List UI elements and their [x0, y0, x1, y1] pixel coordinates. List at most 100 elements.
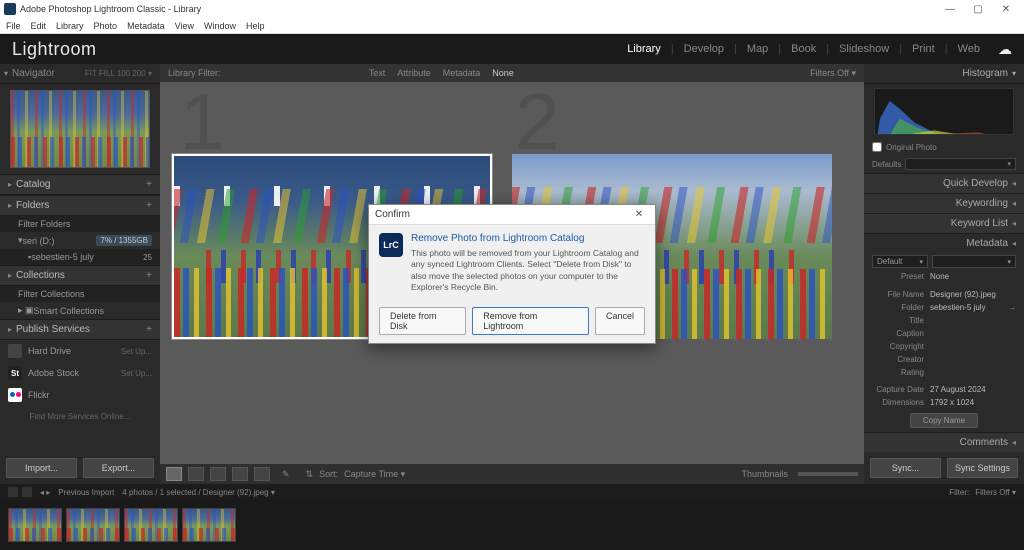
- source-label[interactable]: Previous Import: [58, 488, 114, 497]
- folders-section[interactable]: Folders+: [0, 195, 160, 216]
- menu-edit[interactable]: Edit: [31, 21, 47, 31]
- filter-metadata[interactable]: Metadata: [443, 68, 481, 78]
- cloud-sync-icon[interactable]: ☁: [998, 41, 1012, 58]
- defaults-dropdown[interactable]: [905, 158, 1016, 170]
- publish-section[interactable]: Publish Services+: [0, 319, 160, 340]
- metadata-set-dropdown[interactable]: Default: [872, 255, 928, 268]
- publish-harddrive[interactable]: Hard DriveSet Up...: [0, 340, 160, 362]
- comments-section[interactable]: Comments: [864, 432, 1024, 452]
- view-loupe-icon[interactable]: [188, 467, 204, 481]
- filmstrip-thumb[interactable]: [66, 508, 120, 542]
- sort-label: Sort:: [319, 469, 338, 479]
- flickr-icon: [8, 388, 22, 402]
- navigator-collapse-icon[interactable]: ▾: [4, 69, 8, 78]
- keywording-section[interactable]: Keywording: [864, 193, 1024, 213]
- folder-value[interactable]: sebestien-5 july: [930, 303, 1008, 312]
- navigator-preview[interactable]: [10, 90, 150, 168]
- metadata-section[interactable]: Metadata: [864, 233, 1024, 253]
- module-web[interactable]: Web: [958, 43, 980, 55]
- filmstrip-filters-off[interactable]: Filters Off ▾: [975, 488, 1016, 497]
- folders-filter[interactable]: Filter Folders: [0, 216, 160, 232]
- filters-off-dropdown[interactable]: Filters Off ▾: [810, 68, 856, 79]
- metadata-dropdown2[interactable]: [932, 255, 1016, 268]
- view-compare-icon[interactable]: [210, 467, 226, 481]
- menu-library[interactable]: Library: [56, 21, 84, 31]
- navigator-title: Navigator: [12, 68, 55, 79]
- collections-filter[interactable]: Filter Collections: [0, 286, 160, 302]
- filmstrip-filter-label: Filter:: [949, 488, 969, 497]
- remove-from-lightroom-button[interactable]: Remove from Lightroom: [472, 307, 589, 335]
- publish-stock[interactable]: StAdobe StockSet Up...: [0, 362, 160, 384]
- secondary-display-icons[interactable]: [8, 487, 32, 497]
- smart-collections[interactable]: ▸ ▣ Smart Collections: [0, 302, 160, 319]
- menu-window[interactable]: Window: [204, 21, 236, 31]
- module-book[interactable]: Book: [791, 43, 816, 55]
- painter-icon[interactable]: ✎: [282, 469, 290, 480]
- view-people-icon[interactable]: [254, 467, 270, 481]
- menubar: File Edit Library Photo Metadata View Wi…: [0, 18, 1024, 34]
- creator-value[interactable]: [930, 355, 1016, 364]
- import-button[interactable]: Import...: [6, 458, 77, 478]
- filmstrip[interactable]: [0, 500, 1024, 550]
- navigator-zoom-options[interactable]: FIT FILL 100 200 ▾: [85, 69, 152, 78]
- module-develop[interactable]: Develop: [684, 43, 724, 55]
- export-button[interactable]: Export...: [83, 458, 154, 478]
- menu-file[interactable]: File: [6, 21, 21, 31]
- caption-value[interactable]: [930, 329, 1016, 338]
- folders-drive[interactable]: ▾ seri (D:)7% / 1355GB: [0, 232, 160, 249]
- dialog-title: Confirm: [375, 209, 410, 220]
- filter-none[interactable]: None: [492, 68, 514, 78]
- module-slideshow[interactable]: Slideshow: [839, 43, 889, 55]
- copyright-value[interactable]: [930, 342, 1016, 351]
- filmstrip-thumb[interactable]: [8, 508, 62, 542]
- keyword-list-section[interactable]: Keyword List: [864, 213, 1024, 233]
- sync-settings-button[interactable]: Sync Settings: [947, 458, 1018, 478]
- filter-text[interactable]: Text: [369, 68, 386, 78]
- right-panel: Histogram▾ Original Photo Defaults Quick…: [864, 64, 1024, 484]
- collections-section[interactable]: Collections+: [0, 265, 160, 286]
- original-photo-checkbox[interactable]: [872, 142, 882, 152]
- module-map[interactable]: Map: [747, 43, 768, 55]
- copy-name-button[interactable]: Copy Name: [910, 413, 978, 428]
- find-more-services[interactable]: Find More Services Online...: [0, 406, 160, 427]
- close-button[interactable]: ✕: [992, 4, 1020, 15]
- menu-help[interactable]: Help: [246, 21, 265, 31]
- brand-label: Lightroom: [12, 39, 97, 60]
- maximize-button[interactable]: ▢: [964, 4, 992, 15]
- view-survey-icon[interactable]: [232, 467, 248, 481]
- minimize-button[interactable]: —: [936, 4, 964, 15]
- rating-value[interactable]: [930, 368, 1016, 377]
- delete-from-disk-button[interactable]: Delete from Disk: [379, 307, 466, 335]
- histogram-title: Histogram: [962, 68, 1008, 79]
- module-print[interactable]: Print: [912, 43, 935, 55]
- app-icon: [4, 3, 16, 15]
- filter-attribute[interactable]: Attribute: [397, 68, 431, 78]
- cancel-button[interactable]: Cancel: [595, 307, 645, 335]
- selection-count: 4 photos / 1 selected / Designer (92).jp…: [122, 488, 275, 497]
- menu-view[interactable]: View: [175, 21, 194, 31]
- preset-value[interactable]: None: [930, 272, 1016, 281]
- filename-value[interactable]: Designer (92).jpeg: [930, 290, 1016, 299]
- capture-date-value[interactable]: 27 August 2024: [930, 385, 1016, 394]
- dialog-close-icon[interactable]: ✕: [629, 209, 649, 220]
- filmstrip-thumb[interactable]: [182, 508, 236, 542]
- publish-flickr[interactable]: Flickr: [0, 384, 160, 406]
- quick-develop-section[interactable]: Quick Develop: [864, 173, 1024, 193]
- thumbnails-slider[interactable]: [798, 472, 858, 476]
- title-value[interactable]: [930, 316, 1016, 325]
- folders-item[interactable]: ▪ sebestien-5 july25: [0, 249, 160, 265]
- sync-button[interactable]: Sync...: [870, 458, 941, 478]
- module-library[interactable]: Library: [627, 43, 661, 55]
- menu-metadata[interactable]: Metadata: [127, 21, 165, 31]
- histogram-collapse-icon[interactable]: ▾: [1012, 69, 1016, 78]
- harddrive-icon: [8, 344, 22, 358]
- filmstrip-thumb[interactable]: [124, 508, 178, 542]
- catalog-section[interactable]: Catalog+: [0, 174, 160, 195]
- sort-direction-icon[interactable]: ⇅: [306, 469, 314, 480]
- dialog-app-icon: LrC: [379, 233, 403, 257]
- sort-dropdown[interactable]: Capture Time ▾: [344, 469, 405, 480]
- cell-index-1: 1: [180, 82, 225, 162]
- menu-photo[interactable]: Photo: [94, 21, 118, 31]
- histogram-chart[interactable]: [874, 88, 1014, 135]
- view-grid-icon[interactable]: [166, 467, 182, 481]
